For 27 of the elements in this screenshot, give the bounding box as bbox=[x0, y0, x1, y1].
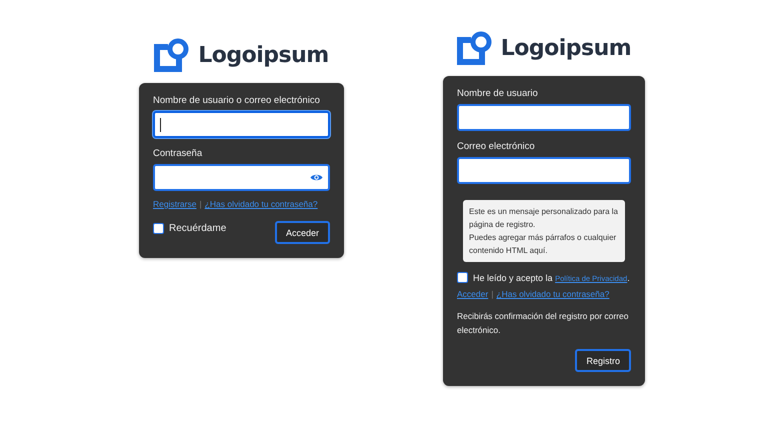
input-field[interactable] bbox=[457, 104, 631, 131]
separator: | bbox=[491, 289, 494, 299]
checkbox[interactable] bbox=[153, 223, 164, 234]
checkbox-label: Recuérdame bbox=[169, 223, 226, 234]
text-link[interactable]: Acceder bbox=[457, 289, 488, 299]
text-link[interactable]: ¿Has olvidado tu contraseña? bbox=[496, 289, 610, 299]
input-field[interactable] bbox=[457, 157, 631, 184]
field-label: Correo electrónico bbox=[457, 141, 536, 152]
field-label: Nombre de usuario o correo electrónico bbox=[153, 95, 321, 106]
logo-text: Logoipsum bbox=[198, 42, 329, 68]
input-field[interactable] bbox=[153, 111, 330, 138]
logo-icon bbox=[456, 31, 493, 65]
field-label: Contraseña bbox=[153, 148, 204, 159]
login-button[interactable]: Acceder bbox=[274, 221, 330, 244]
notice-text: Puedes agregar más párrafos o cualquier contenido HTML aquí. bbox=[469, 232, 618, 257]
logo-icon bbox=[154, 38, 190, 72]
notice-text: Este es un mensaje personalizado para la página de registro. bbox=[469, 206, 619, 231]
checkbox[interactable] bbox=[457, 272, 468, 283]
field-label: Nombre de usuario bbox=[457, 88, 539, 99]
text-link[interactable]: Registrarse bbox=[153, 199, 196, 209]
separator: | bbox=[199, 199, 202, 209]
text-link[interactable]: ¿Has olvidado tu contraseña? bbox=[204, 199, 318, 209]
register-button[interactable]: Registro bbox=[575, 349, 631, 372]
eye-icon[interactable] bbox=[310, 173, 323, 182]
password-field[interactable] bbox=[153, 164, 330, 191]
confirmation-text: Recibirás confirmación del registro por correo electrónico. bbox=[457, 310, 630, 337]
logo-text: Logoipsum bbox=[500, 36, 632, 60]
